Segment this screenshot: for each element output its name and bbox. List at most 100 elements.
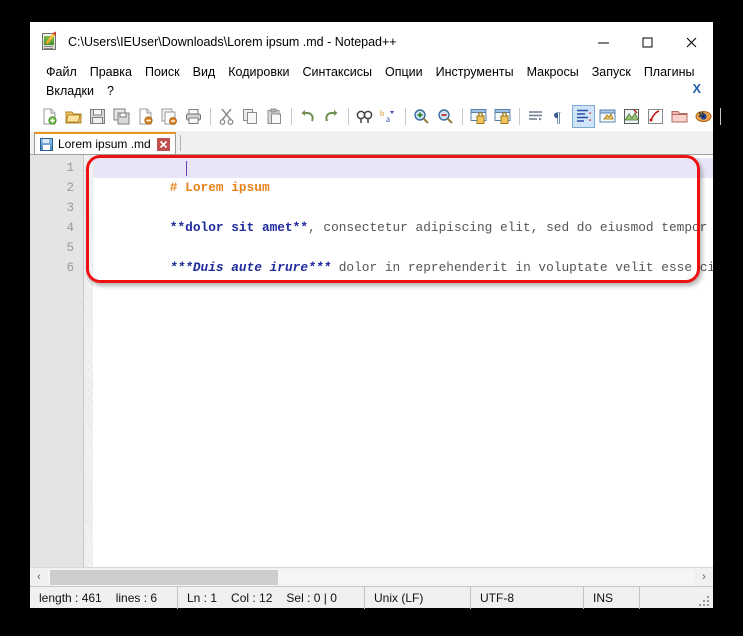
paste-icon[interactable] xyxy=(263,105,286,128)
title-bar: C:\Users\IEUser\Downloads\Lorem ipsum .m… xyxy=(30,22,713,62)
menu-item-plugins[interactable]: Плагины xyxy=(638,64,702,80)
menu-item-view[interactable]: Вид xyxy=(187,64,223,80)
line-number: 2 xyxy=(66,181,74,195)
menu-bar: Файл Правка Поиск Вид Кодировки Синтакси… xyxy=(30,62,713,102)
save-all-icon[interactable] xyxy=(110,105,133,128)
tab-label: Lorem ipsum .md xyxy=(58,137,151,151)
show-all-characters-icon[interactable] xyxy=(572,105,595,128)
status-encoding[interactable]: UTF-8 xyxy=(471,586,584,609)
undo-icon[interactable] xyxy=(296,105,319,128)
menu-item-file[interactable]: Файл xyxy=(40,64,84,80)
close-file-icon[interactable] xyxy=(134,105,157,128)
line-number: 1 xyxy=(66,161,74,175)
toolbar-separator xyxy=(210,108,211,125)
toolbar-separator xyxy=(291,108,292,125)
function-list-icon[interactable] xyxy=(644,105,667,128)
svg-text:b: b xyxy=(380,109,384,118)
toolbar-separator xyxy=(405,108,406,125)
horizontal-scrollbar-track[interactable] xyxy=(48,568,695,586)
code-line[interactable] xyxy=(93,258,713,278)
menu-item-help[interactable]: ? xyxy=(101,83,121,99)
status-document-info: length : 461 lines : 6 xyxy=(30,586,178,609)
code-line[interactable]: ***Duis aute irure*** dolor in reprehend… xyxy=(93,238,713,275)
menu-item-search[interactable]: Поиск xyxy=(139,64,187,80)
tab-lorem-ipsum-md[interactable]: Lorem ipsum .md xyxy=(34,132,176,154)
toolbar: ba ¶ » xyxy=(30,102,721,131)
maximize-button[interactable] xyxy=(625,27,669,57)
print-icon[interactable] xyxy=(182,105,205,128)
menu-row-secondary: Вкладки ? xyxy=(40,81,713,100)
menu-item-edit[interactable]: Правка xyxy=(84,64,139,80)
tab-divider xyxy=(179,134,181,151)
menu-item-macro[interactable]: Макросы xyxy=(521,64,586,80)
code-text-area[interactable]: # Lorem ipsum **dolor sit amet**, consec… xyxy=(84,155,713,567)
svg-text:¶: ¶ xyxy=(554,110,561,125)
code-line[interactable]: **dolor sit amet**, consectetur adipisci… xyxy=(93,198,713,235)
close-document-icon[interactable]: X xyxy=(693,82,701,96)
open-file-icon[interactable] xyxy=(62,105,85,128)
redo-icon[interactable] xyxy=(320,105,343,128)
resize-grip[interactable] xyxy=(640,587,713,609)
status-lines: lines : 6 xyxy=(115,590,158,605)
find-icon[interactable] xyxy=(353,105,376,128)
line-number: 3 xyxy=(66,201,74,215)
status-sel: Sel : 0 | 0 xyxy=(286,590,337,605)
copy-icon[interactable] xyxy=(239,105,262,128)
cut-icon[interactable] xyxy=(215,105,238,128)
zoom-in-icon[interactable] xyxy=(410,105,433,128)
sync-vertical-scroll-icon[interactable] xyxy=(467,105,490,128)
screenshot-root: C:\Users\IEUser\Downloads\Lorem ipsum .m… xyxy=(0,0,743,636)
line-number: 5 xyxy=(66,241,74,255)
gutter-fold-margin xyxy=(84,155,93,567)
close-button[interactable] xyxy=(669,27,713,57)
tab-bar: Lorem ipsum .md xyxy=(30,131,713,155)
tab-close-icon[interactable] xyxy=(156,137,170,151)
document-map-icon[interactable] xyxy=(620,105,643,128)
toolbar-separator xyxy=(519,108,520,125)
new-file-icon[interactable] xyxy=(38,105,61,128)
menu-row-primary: Файл Правка Поиск Вид Кодировки Синтакси… xyxy=(40,62,713,81)
folder-as-workspace-icon[interactable] xyxy=(668,105,691,128)
word-wrap-icon[interactable] xyxy=(524,105,547,128)
code-line[interactable] xyxy=(93,178,713,198)
svg-text:a: a xyxy=(386,114,390,124)
editor-area[interactable]: 1 2 3 4 5 6 # Lorem ipsum **dolor sit am… xyxy=(30,155,713,567)
show-pilcrow-icon[interactable]: ¶ xyxy=(548,105,571,128)
close-all-files-icon[interactable] xyxy=(158,105,181,128)
status-bar: length : 461 lines : 6 Ln : 1 Col : 12 S… xyxy=(30,586,713,609)
scroll-left-icon[interactable]: ‹ xyxy=(30,569,48,586)
status-caret-position: Ln : 1 Col : 12 Sel : 0 | 0 xyxy=(178,586,365,609)
menu-item-language[interactable]: Синтаксисы xyxy=(296,64,379,80)
minimize-button[interactable] xyxy=(581,27,625,57)
menu-item-encoding[interactable]: Кодировки xyxy=(222,64,296,80)
menu-item-tools[interactable]: Инструменты xyxy=(430,64,521,80)
save-icon[interactable] xyxy=(86,105,109,128)
toolbar-separator xyxy=(462,108,463,125)
line-number: 4 xyxy=(66,221,74,235)
code-line[interactable]: # Lorem ipsum xyxy=(93,158,713,195)
user-defined-dialog-icon[interactable] xyxy=(596,105,619,128)
zoom-out-icon[interactable] xyxy=(434,105,457,128)
toolbar-separator xyxy=(348,108,349,125)
replace-icon[interactable]: ba xyxy=(377,105,400,128)
menu-item-window[interactable]: Вкладки xyxy=(40,83,101,99)
notepadpp-window: C:\Users\IEUser\Downloads\Lorem ipsum .m… xyxy=(30,22,721,609)
status-length: length : 461 xyxy=(39,590,102,605)
status-eol-format[interactable]: Unix (LF) xyxy=(365,586,471,609)
code-line[interactable] xyxy=(93,218,713,238)
horizontal-scrollbar-thumb[interactable] xyxy=(50,569,278,585)
sync-horizontal-scroll-icon[interactable] xyxy=(491,105,514,128)
window-title: C:\Users\IEUser\Downloads\Lorem ipsum .m… xyxy=(68,35,397,49)
notepad-pencil-icon xyxy=(41,30,59,51)
toolbar-separator xyxy=(720,108,721,125)
line-number-gutter: 1 2 3 4 5 6 xyxy=(30,155,84,567)
scroll-right-icon[interactable]: › xyxy=(695,569,713,586)
text-caret xyxy=(186,161,187,176)
status-col: Col : 12 xyxy=(231,590,273,605)
menu-item-run[interactable]: Запуск xyxy=(586,64,638,80)
horizontal-scrollbar[interactable]: ‹ › xyxy=(30,567,713,586)
toolbar-overflow-icon[interactable]: » xyxy=(698,106,705,121)
menu-item-settings[interactable]: Опции xyxy=(379,64,430,80)
status-insert-mode[interactable]: INS xyxy=(584,586,640,609)
saved-disk-icon xyxy=(40,137,53,151)
